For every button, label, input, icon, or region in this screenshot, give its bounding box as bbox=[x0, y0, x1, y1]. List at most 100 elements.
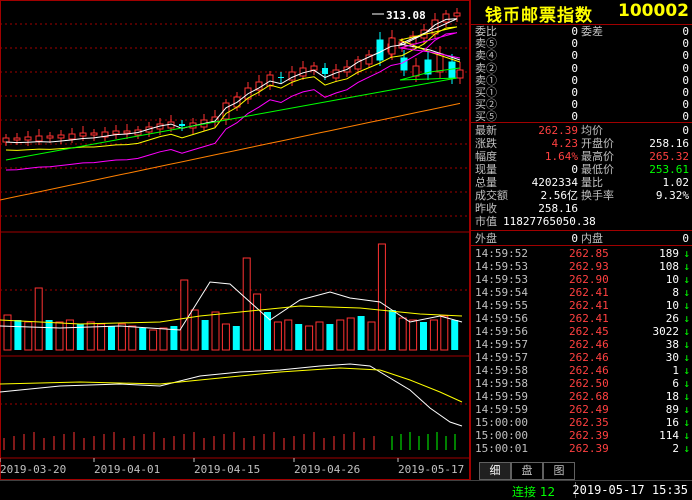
candle-body bbox=[448, 61, 456, 79]
tick-qty: 26 bbox=[665, 312, 679, 325]
tick-qty: 108 bbox=[659, 260, 679, 273]
quote-value: 4202334 bbox=[531, 176, 578, 189]
tick-price: 262.85 bbox=[569, 247, 609, 260]
x-axis-label: 2019-05-17 bbox=[398, 463, 464, 476]
quote-label: 幅度 bbox=[475, 150, 497, 163]
tick-time: 14:59:58 bbox=[475, 364, 528, 377]
tick-price: 262.46 bbox=[569, 351, 609, 364]
volume-bar bbox=[284, 319, 293, 351]
tick-direction-icon: ↓ bbox=[683, 377, 690, 390]
volume-bar bbox=[149, 329, 158, 351]
quote-value2: 9.32% bbox=[655, 189, 689, 202]
volume-bar bbox=[180, 279, 189, 351]
quote-value: 1.64% bbox=[544, 150, 578, 163]
volume-bar bbox=[409, 319, 418, 351]
tick-row: 15:00:01 262.39 2 ↓ bbox=[471, 443, 692, 455]
tick-row: 14:59:54 262.41 8 ↓ bbox=[471, 287, 692, 299]
tab-detail[interactable]: 细 bbox=[479, 462, 511, 480]
tick-direction-icon: ↓ bbox=[683, 364, 690, 377]
order-book-row: 买① 0 0 bbox=[471, 87, 692, 99]
quote-value2: 1.02 bbox=[662, 176, 690, 189]
tick-qty: 189 bbox=[659, 247, 679, 260]
book-value2: 0 bbox=[682, 98, 689, 112]
tab-chart[interactable]: 图 bbox=[543, 462, 575, 480]
quote-label: 现量 bbox=[475, 163, 497, 176]
quote-label2: 均价 bbox=[581, 124, 603, 137]
quote-row: 现量 0 最低价 253.61 bbox=[471, 164, 692, 176]
quote-label2: 最高价 bbox=[581, 150, 614, 163]
quote-value: 11827765050.38 bbox=[503, 215, 596, 228]
volume-bar bbox=[315, 321, 324, 351]
candle-body bbox=[278, 77, 284, 78]
tick-qty: 6 bbox=[672, 377, 679, 390]
tab-book[interactable]: 盘 bbox=[511, 462, 543, 480]
quote-label2: 量比 bbox=[581, 176, 603, 189]
volume-bar bbox=[221, 323, 230, 351]
tick-price: 262.41 bbox=[569, 312, 609, 325]
volume-bar bbox=[420, 322, 427, 350]
volume-bar bbox=[45, 320, 53, 350]
tick-row: 14:59:53 262.93 108 ↓ bbox=[471, 261, 692, 273]
kline-svg[interactable]: 313.08 2019-03-20 2019-04-01 2019-04-15 2019… bbox=[0, 0, 470, 480]
tick-row: 15:00:00 262.35 16 ↓ bbox=[471, 417, 692, 429]
volume-bar bbox=[139, 328, 147, 350]
tick-row: 14:59:56 262.45 3022 ↓ bbox=[471, 326, 692, 338]
book-label: 买② bbox=[475, 98, 497, 112]
tick-time: 14:59:57 bbox=[475, 338, 528, 351]
tick-time: 14:59:53 bbox=[475, 260, 528, 273]
volume-bar bbox=[367, 321, 376, 351]
quote-label: 最新 bbox=[475, 124, 497, 137]
volume-bar bbox=[451, 320, 459, 350]
tick-time: 15:00:00 bbox=[475, 429, 528, 442]
tick-price: 262.46 bbox=[569, 338, 609, 351]
tick-qty: 10 bbox=[665, 299, 679, 312]
tick-price: 262.39 bbox=[569, 442, 609, 455]
book-value2: 0 bbox=[682, 61, 689, 75]
outer-inner-row: 外盘 0 内盘 0 bbox=[471, 233, 692, 245]
connection-status: 连接 12 bbox=[512, 485, 556, 499]
volume-bar bbox=[429, 319, 438, 351]
candle-body bbox=[46, 135, 54, 139]
candle-body bbox=[13, 137, 21, 141]
book-value2: 0 bbox=[682, 73, 689, 87]
tick-direction-icon: ↓ bbox=[683, 260, 690, 273]
quote-row: 涨跌 4.23 开盘价 258.16 bbox=[471, 138, 692, 150]
volume-bar bbox=[357, 316, 365, 350]
ma-line-4 bbox=[5, 67, 461, 161]
tick-qty: 2 bbox=[672, 442, 679, 455]
quote-label2: 最低价 bbox=[581, 163, 614, 176]
tick-price: 262.93 bbox=[569, 260, 609, 273]
order-book-row: 卖⑤ 0 0 bbox=[471, 38, 692, 50]
volume-bar bbox=[55, 321, 64, 351]
volume-bar bbox=[295, 324, 303, 350]
quote-value: 258.16 bbox=[538, 202, 578, 215]
tick-price: 262.45 bbox=[569, 325, 609, 338]
quote-value2: 253.61 bbox=[649, 163, 689, 176]
kline-chart[interactable]: 313.08 2019-03-20 2019-04-01 2019-04-15 2019… bbox=[0, 0, 470, 480]
tick-qty: 10 bbox=[665, 273, 679, 286]
book-label: 卖⑤ bbox=[475, 37, 497, 51]
volume-bar bbox=[388, 310, 396, 350]
order-book-row: 卖① 0 0 bbox=[471, 73, 692, 87]
volume-bar bbox=[242, 257, 251, 351]
tick-price: 262.50 bbox=[569, 377, 609, 390]
book-value2: 0 bbox=[682, 25, 689, 38]
tick-qty: 1 bbox=[672, 364, 679, 377]
quote-value2: 265.32 bbox=[649, 150, 689, 163]
tick-qty: 30 bbox=[665, 351, 679, 364]
candle-body bbox=[90, 132, 98, 136]
tick-row: 14:59:52 262.85 189 ↓ bbox=[471, 248, 692, 260]
tick-row: 14:59:55 262.41 10 ↓ bbox=[471, 300, 692, 312]
candle-body bbox=[112, 130, 120, 135]
tick-direction-icon: ↓ bbox=[683, 247, 690, 260]
tick-direction-icon: ↓ bbox=[683, 351, 690, 364]
book-value: 0 bbox=[571, 25, 578, 38]
tick-direction-icon: ↓ bbox=[683, 286, 690, 299]
divider bbox=[471, 245, 692, 246]
tick-time: 14:59:56 bbox=[475, 325, 528, 338]
volume-bar bbox=[159, 327, 168, 351]
tick-time: 14:59:57 bbox=[475, 351, 528, 364]
candle-body bbox=[68, 133, 76, 140]
tick-price: 262.41 bbox=[569, 286, 609, 299]
quote-row: 昨收 258.16 bbox=[471, 203, 692, 215]
